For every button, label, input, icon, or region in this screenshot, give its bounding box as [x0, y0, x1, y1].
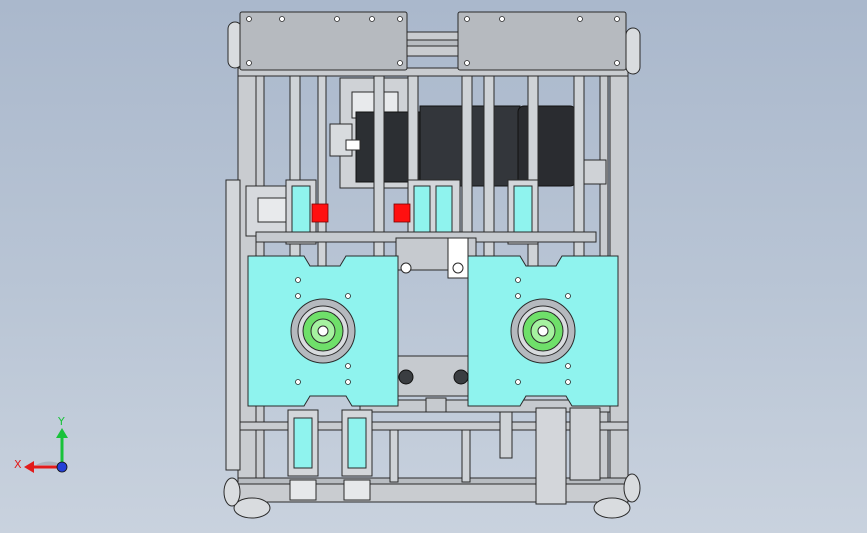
left-bearing-assembly [290, 298, 356, 364]
y-axis-label: Y [57, 415, 65, 428]
axis-triad: Y X [14, 415, 68, 473]
cad-viewport[interactable]: Y X [0, 0, 867, 533]
assembly-drawing: Y X [14, 11, 641, 519]
red-sensor-markers [311, 203, 411, 223]
right-bearing-assembly [510, 298, 576, 364]
x-axis-label: X [14, 458, 22, 471]
z-axis-origin [56, 461, 68, 473]
